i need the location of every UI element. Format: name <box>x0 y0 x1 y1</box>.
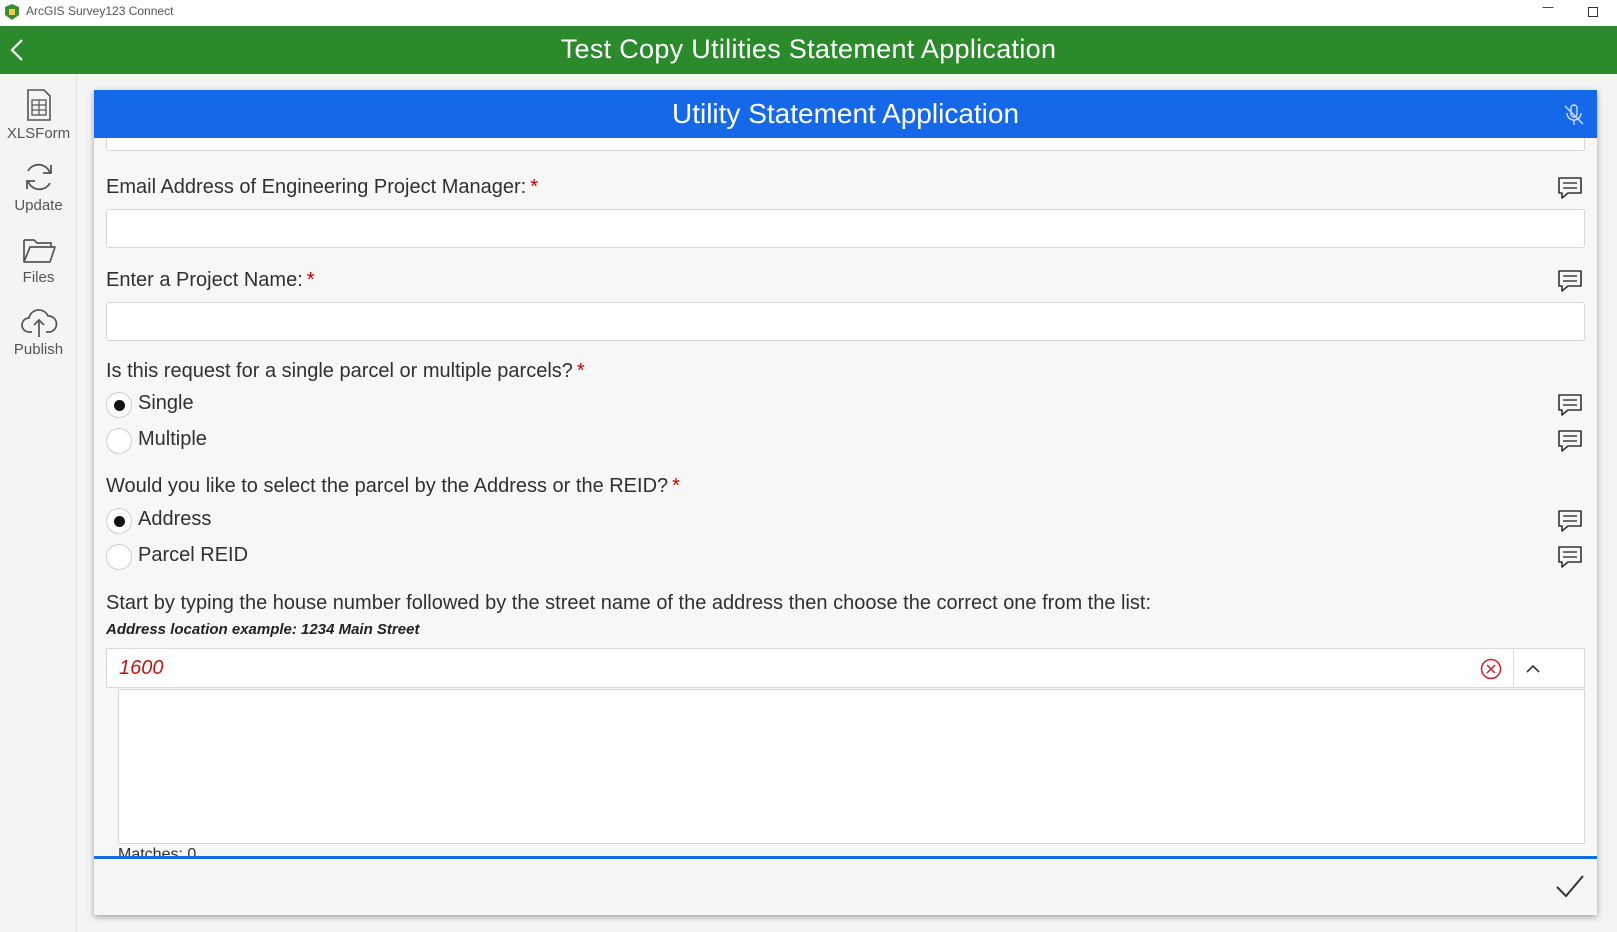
clear-icon[interactable] <box>1479 657 1503 681</box>
survey-form: Utility Statement Application Email Addr… <box>94 90 1597 915</box>
radio-label-single[interactable]: Single <box>138 392 194 415</box>
sidebar: XLSForm Update Files Publish <box>0 74 77 932</box>
form-header: Utility Statement Application <box>94 90 1597 138</box>
required-marker: * <box>530 176 539 198</box>
form-title: Utility Statement Application <box>671 98 1020 129</box>
comment-icon[interactable] <box>1556 544 1584 570</box>
form-body: Email Address of Engineering Project Man… <box>94 138 1597 856</box>
comment-icon[interactable] <box>1556 175 1584 201</box>
radio-label-address[interactable]: Address <box>138 508 211 531</box>
address-hint: Address location example: 1234 Main Stre… <box>106 621 420 638</box>
app-header: Test Copy Utilities Statement Applicatio… <box>0 26 1617 74</box>
cloud-upload-icon <box>20 309 57 337</box>
radio-single[interactable] <box>106 392 132 418</box>
previous-field-input[interactable] <box>106 138 1585 151</box>
minimize-button[interactable]: — <box>1533 0 1563 20</box>
spreadsheet-icon <box>26 89 51 121</box>
sidebar-item-files[interactable]: Files <box>0 234 77 286</box>
comment-icon[interactable] <box>1556 392 1584 418</box>
address-suggestion-list[interactable] <box>118 689 1585 844</box>
sidebar-item-update[interactable]: Update <box>0 160 77 214</box>
project-name-field[interactable] <box>106 302 1585 341</box>
window-titlebar: ArcGIS Survey123 Connect — <box>0 0 1617 25</box>
maximize-icon <box>1588 7 1598 17</box>
matches-count: Matches: 0 <box>118 846 197 856</box>
divider <box>1513 649 1514 687</box>
radio-multiple[interactable] <box>106 428 132 454</box>
address-search-value: 1600 <box>119 657 164 679</box>
folder-icon <box>22 239 56 263</box>
sidebar-item-xlsform[interactable]: XLSForm <box>0 88 77 142</box>
radio-label-multiple[interactable]: Multiple <box>138 428 207 451</box>
radio-address[interactable] <box>106 508 132 534</box>
required-marker: * <box>306 269 315 291</box>
required-marker: * <box>672 475 680 497</box>
sidebar-item-label: Update <box>14 197 63 214</box>
microphone-off-icon[interactable] <box>1561 102 1587 128</box>
comment-icon[interactable] <box>1556 508 1584 534</box>
page-title: Test Copy Utilities Statement Applicatio… <box>560 34 1057 64</box>
maximize-button[interactable] <box>1578 2 1608 22</box>
required-marker: * <box>576 360 585 382</box>
comment-icon[interactable] <box>1556 268 1584 294</box>
window-title: ArcGIS Survey123 Connect <box>26 4 174 18</box>
chevron-up-icon[interactable] <box>1519 655 1547 683</box>
project-question-label: Enter a Project Name: * <box>106 269 315 291</box>
sidebar-item-label: XLSForm <box>6 125 71 142</box>
email-field[interactable] <box>106 209 1585 248</box>
comment-icon[interactable] <box>1556 428 1584 454</box>
radio-label-parcel-reid[interactable]: Parcel REID <box>138 544 248 567</box>
email-question-label: Email Address of Engineering Project Man… <box>106 176 539 198</box>
parcel-type-question-label: Is this request for a single parcel or m… <box>106 360 585 382</box>
select-by-question-label: Would you like to select the parcel by t… <box>106 475 680 497</box>
app-logo-icon <box>5 4 19 20</box>
address-question-label: Start by typing the house number followe… <box>106 592 1152 614</box>
radio-parcel-reid[interactable] <box>106 544 132 570</box>
address-search-input[interactable]: 1600 <box>106 648 1585 688</box>
sidebar-item-label: Publish <box>13 341 64 358</box>
sidebar-item-label: Files <box>22 269 55 286</box>
form-footer <box>94 856 1597 915</box>
sidebar-item-publish[interactable]: Publish <box>0 306 77 358</box>
refresh-icon <box>25 163 52 191</box>
checkmark-icon[interactable] <box>1553 871 1587 901</box>
